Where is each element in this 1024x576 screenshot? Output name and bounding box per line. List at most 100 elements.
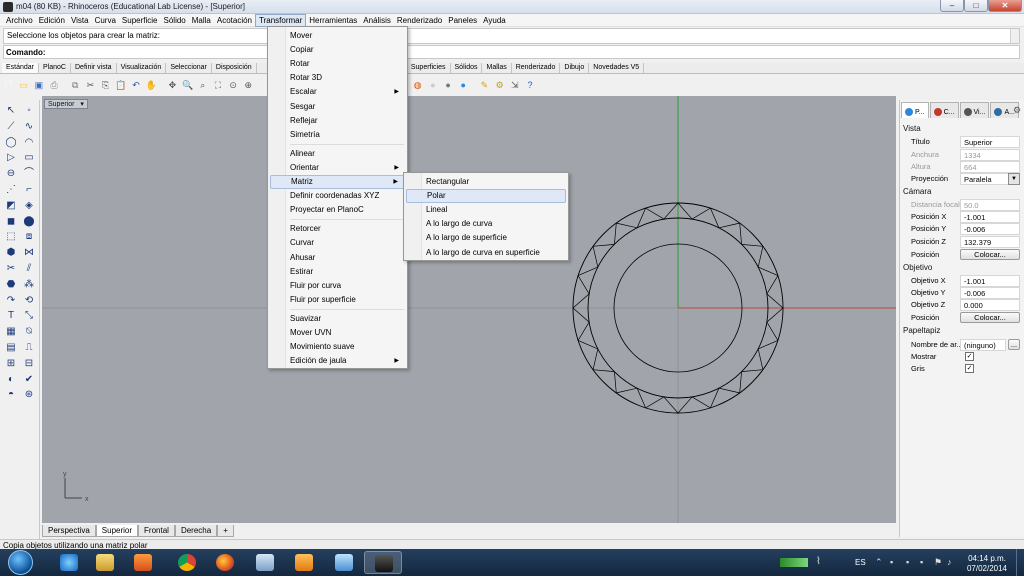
layout-icon[interactable]: ▤ bbox=[4, 341, 18, 355]
check-icon[interactable]: ✔ bbox=[22, 373, 36, 387]
menu-item-simetria[interactable]: Simetría bbox=[270, 128, 405, 142]
show-desktop-button[interactable] bbox=[1016, 549, 1024, 576]
boolean-icon[interactable]: ⋈ bbox=[22, 246, 36, 260]
menu-item-a-lo-largo-de-superficie[interactable]: A lo largo de superficie bbox=[406, 231, 566, 245]
zoom-extents-icon[interactable]: ⛶ bbox=[211, 79, 224, 92]
menu-item-fluir-por-curva[interactable]: Fluir por curva bbox=[270, 279, 405, 293]
prop-titulo-field[interactable]: Superior bbox=[960, 136, 1020, 148]
prop-objetivo-x-field[interactable]: -1.001 bbox=[960, 275, 1020, 287]
prop-posicion-x-field[interactable]: -1.001 bbox=[960, 211, 1020, 223]
menu-item-rotar-3d[interactable]: Rotar 3D bbox=[270, 71, 405, 85]
menu-item-rectangular[interactable]: Rectangular bbox=[406, 175, 566, 189]
prop-posicion-z-field[interactable]: 132.379 bbox=[960, 236, 1020, 248]
zoom-extra-icon[interactable]: ⊕ bbox=[242, 79, 255, 92]
close-button[interactable]: ✕ bbox=[988, 0, 1022, 12]
menu-item-lineal[interactable]: Lineal bbox=[406, 203, 566, 217]
copy-icon[interactable]: ⎘ bbox=[99, 79, 112, 92]
properties-tab[interactable]: P... bbox=[901, 102, 929, 118]
taskbar-app-l[interactable] bbox=[246, 551, 284, 574]
gris-checkbox[interactable]: ✓ bbox=[965, 364, 974, 373]
command-history-scrollbar[interactable] bbox=[1010, 29, 1019, 43]
menu-item-mover[interactable]: Mover bbox=[270, 29, 405, 43]
view-tab[interactable]: Vi... bbox=[959, 102, 990, 118]
menu-item-edicion-de-jaula[interactable]: Edición de jaula ▶ bbox=[270, 354, 405, 368]
menu-edicion[interactable]: Edición bbox=[36, 14, 68, 27]
color-wheel-icon[interactable]: ◍ bbox=[411, 79, 424, 92]
flag-icon[interactable]: ⚑ bbox=[934, 557, 942, 568]
toolbar-tab-disposicion[interactable]: Disposición bbox=[212, 63, 257, 73]
target-colocar-button[interactable]: Colocar... bbox=[960, 312, 1020, 323]
taskbar-ie[interactable] bbox=[50, 551, 88, 574]
menu-curva[interactable]: Curva bbox=[92, 14, 119, 27]
pan-icon[interactable]: ✋ bbox=[145, 79, 158, 92]
minimize-button[interactable]: – bbox=[940, 0, 964, 12]
color-tab[interactable]: C... bbox=[929, 102, 959, 118]
menu-item-a-lo-largo-de-curva-en-superficie[interactable]: A lo largo de curva en superficie bbox=[406, 246, 566, 260]
toolbar-tab-renderizado[interactable]: Renderizado bbox=[512, 63, 561, 73]
ellipse-icon[interactable]: ⊖ bbox=[4, 167, 18, 181]
menu-item-movimiento-suave[interactable]: Movimiento suave bbox=[270, 340, 405, 354]
toolbar-tab-superficies[interactable]: Superficies bbox=[407, 63, 451, 73]
menu-item-alinear[interactable]: Alinear bbox=[270, 147, 405, 161]
rotate-view-icon[interactable]: ✥ bbox=[166, 79, 179, 92]
material-sphere-icon[interactable]: ● bbox=[426, 79, 439, 92]
taskbar-rhino[interactable] bbox=[364, 551, 402, 574]
arc-icon[interactable]: ◠ bbox=[22, 136, 36, 150]
taskbar-paint[interactable] bbox=[325, 551, 363, 574]
menu-item-matriz[interactable]: Matriz ▶ bbox=[270, 175, 405, 189]
taskbar-explorer[interactable] bbox=[86, 551, 124, 574]
view-tab-superior[interactable]: Superior bbox=[95, 525, 139, 537]
fillet-icon[interactable]: ⌐ bbox=[22, 183, 36, 197]
camera-colocar-button[interactable]: Colocar... bbox=[960, 249, 1020, 260]
zoom-dynamic-icon[interactable]: 🔍 bbox=[181, 79, 194, 92]
tray-icon-2[interactable]: ▪ bbox=[906, 557, 909, 567]
menu-paneles[interactable]: Paneles bbox=[445, 14, 480, 27]
network-signal-icon[interactable] bbox=[780, 558, 808, 567]
toolbar-tab-solidos[interactable]: Sólidos bbox=[451, 63, 483, 73]
menu-item-estirar[interactable]: Estirar bbox=[270, 265, 405, 279]
help-icon[interactable]: ? bbox=[524, 79, 537, 92]
taskbar-media[interactable] bbox=[124, 551, 162, 574]
menu-superficie[interactable]: Superficie bbox=[119, 14, 161, 27]
transform-icon[interactable]: T bbox=[4, 309, 18, 323]
menu-item-sesgar[interactable]: Sesgar bbox=[270, 100, 405, 114]
menu-acotacion[interactable]: Acotación bbox=[214, 14, 255, 27]
menu-item-fluir-por-superficie[interactable]: Fluir por superficie bbox=[270, 293, 405, 307]
polygon-icon[interactable]: ▷ bbox=[4, 151, 18, 165]
toolbar-tab-seleccionar[interactable]: Seleccionar bbox=[166, 63, 212, 73]
select-arrow-icon[interactable]: ↖ bbox=[4, 104, 18, 118]
clock-time[interactable]: 04:14 p.m. bbox=[962, 554, 1012, 563]
trim-icon[interactable]: ✂ bbox=[4, 262, 18, 276]
paste-icon[interactable]: 📋 bbox=[114, 79, 127, 92]
grid-icon[interactable]: ⊞ bbox=[4, 357, 18, 371]
zoom-selected-icon[interactable]: ⊙ bbox=[227, 79, 240, 92]
viewport-dropdown-icon[interactable]: ▾ bbox=[80, 101, 84, 108]
new-file-icon[interactable]: 🗋 bbox=[2, 79, 15, 92]
taskbar-outlook[interactable] bbox=[285, 551, 323, 574]
menu-item-ahusar[interactable]: Ahusar bbox=[270, 251, 405, 265]
wifi-icon[interactable]: ⌇ bbox=[816, 556, 821, 567]
viewport-canvas[interactable]: y x bbox=[42, 96, 896, 523]
undo-icon[interactable]: ↶ bbox=[130, 79, 143, 92]
view-tab-frontal[interactable]: Frontal bbox=[138, 525, 175, 537]
prop-objetivo-z-field[interactable]: 0.000 bbox=[960, 299, 1020, 311]
group-icon[interactable]: ⬣ bbox=[4, 278, 18, 292]
volume-icon[interactable]: ♪ bbox=[947, 557, 952, 567]
taskbar-firefox[interactable] bbox=[206, 551, 244, 574]
explode-icon[interactable]: ⁂ bbox=[22, 278, 36, 292]
cut-icon[interactable]: ✂ bbox=[84, 79, 97, 92]
menu-item-retorcer[interactable]: Retorcer bbox=[270, 222, 405, 236]
toolbar-tab-visualizacion[interactable]: Visualización bbox=[117, 63, 167, 73]
options-icon[interactable]: ⇲ bbox=[508, 79, 521, 92]
tray-icon-3[interactable]: ▪ bbox=[920, 557, 923, 567]
material-icon[interactable]: ◓ bbox=[4, 388, 18, 402]
history-icon[interactable]: ⊟ bbox=[22, 357, 36, 371]
prop-objetivo-y-field[interactable]: -0.006 bbox=[960, 287, 1020, 299]
menu-ayuda[interactable]: Ayuda bbox=[480, 14, 509, 27]
circle-icon[interactable]: ◯ bbox=[4, 136, 18, 150]
scale-icon[interactable]: ⤡ bbox=[22, 309, 36, 323]
menu-item-escalar[interactable]: Escalar ▶ bbox=[270, 85, 405, 99]
language-indicator[interactable]: ES bbox=[855, 558, 866, 567]
print-icon[interactable]: ⎙ bbox=[48, 79, 61, 92]
menu-vista[interactable]: Vista bbox=[68, 14, 92, 27]
